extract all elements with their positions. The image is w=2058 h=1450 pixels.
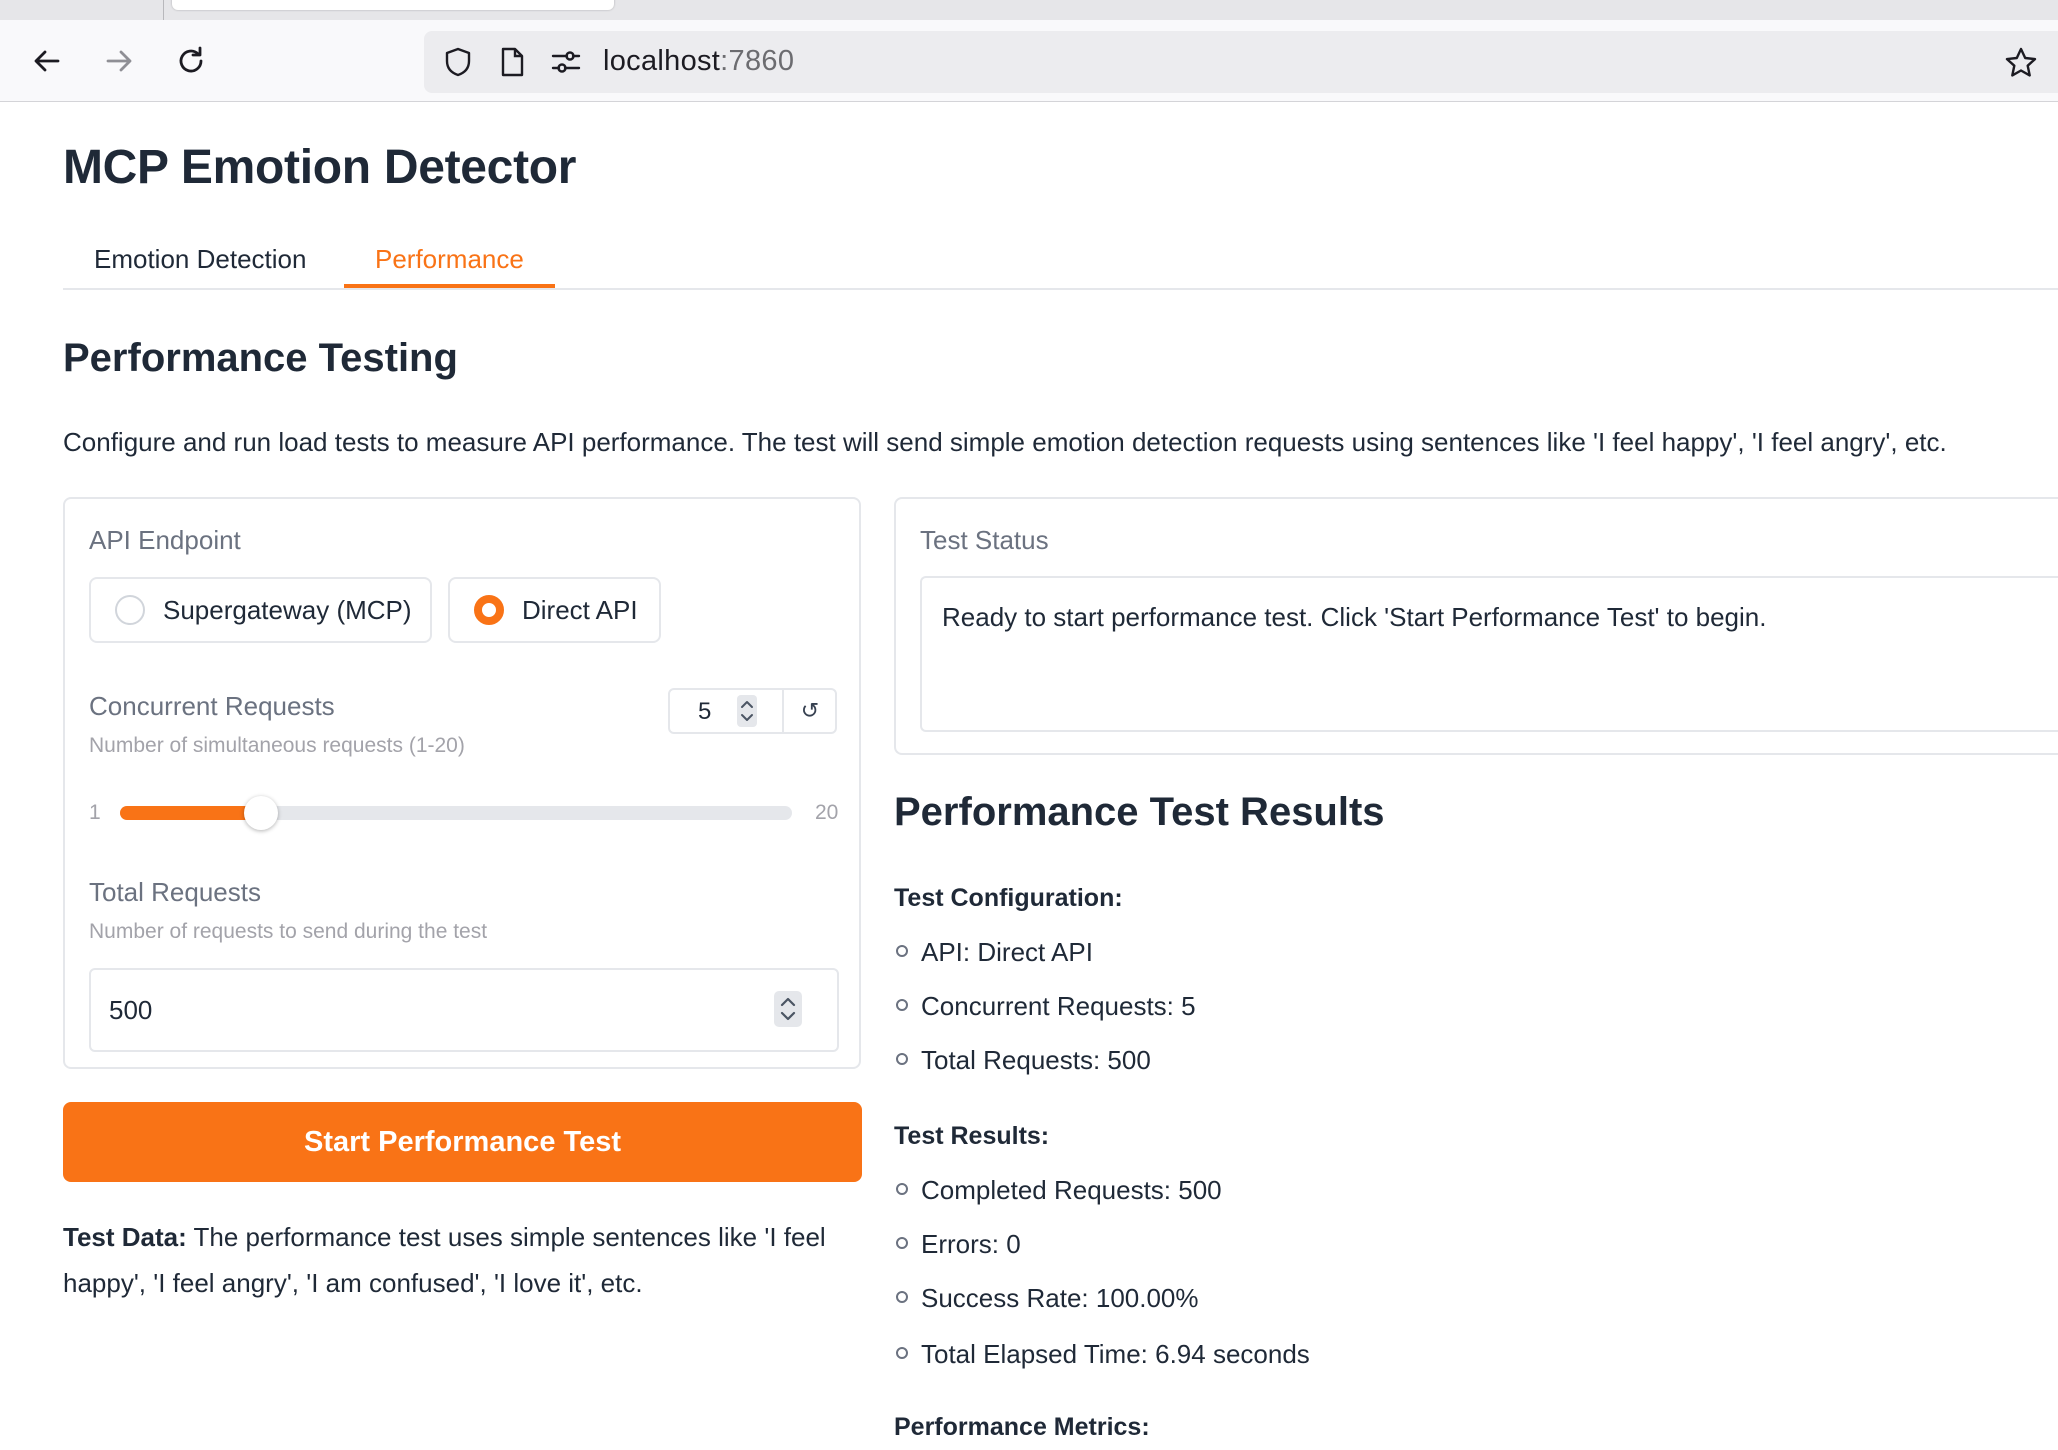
total-requests-label: Total Requests [89, 877, 261, 907]
radio-supergateway-label: Supergateway (MCP) [163, 594, 412, 625]
browser-tabstrip [0, 0, 2058, 20]
slider-min-label: 1 [89, 801, 101, 824]
browser-active-tab[interactable] [172, 0, 614, 10]
bookmark-star-icon[interactable] [2004, 46, 2038, 80]
tab-bar: Emotion Detection Performance [63, 234, 2058, 290]
test-status-text: Ready to start performance test. Click '… [942, 602, 1767, 632]
results-title: Performance Test Results [894, 790, 1385, 834]
section-title: Performance Testing [63, 336, 458, 380]
status-card: Test Status Ready to start performance t… [894, 497, 2058, 755]
config-item: Concurrent Requests: 5 [894, 991, 1196, 1022]
metrics-heading: Performance Metrics: [894, 1413, 1150, 1441]
result-item-text: Total Elapsed Time: 6.94 seconds [921, 1339, 1310, 1369]
test-status-textbox[interactable]: Ready to start performance test. Click '… [920, 576, 2058, 732]
result-item-text: Errors: 0 [921, 1229, 1021, 1259]
test-data-label: Test Data: [63, 1222, 187, 1252]
radio-circle-checked[interactable] [474, 595, 504, 625]
result-item: Errors: 0 [894, 1229, 1021, 1260]
radio-supergateway[interactable]: Supergateway (MCP) [89, 577, 432, 643]
start-performance-test-button[interactable]: Start Performance Test [63, 1102, 862, 1182]
config-item: API: Direct API [894, 937, 1093, 968]
app-title: MCP Emotion Detector [63, 141, 577, 194]
concurrent-slider[interactable] [120, 806, 792, 820]
slider-thumb[interactable] [244, 796, 278, 830]
reload-icon [179, 46, 203, 73]
config-heading: Test Configuration: [894, 884, 1123, 912]
config-item-text: Concurrent Requests: 5 [921, 991, 1196, 1021]
bullet-icon [896, 1237, 908, 1250]
total-requests-info: Number of requests to send during the te… [89, 920, 488, 943]
forward-button[interactable] [94, 38, 144, 84]
url-bar[interactable]: localhost:7860 [424, 31, 2058, 93]
spinner-icon[interactable] [730, 692, 764, 730]
url-host: localhost [603, 45, 721, 77]
browser-toolbar: localhost:7860 [0, 20, 2058, 102]
reset-icon[interactable]: ↺ [786, 692, 834, 730]
url-port: :7860 [720, 45, 795, 77]
page-icon [496, 46, 528, 78]
config-card: API Endpoint Supergateway (MCP) Direct A… [63, 497, 861, 1069]
url-text[interactable]: localhost:7860 [603, 45, 794, 78]
bullet-icon [896, 1183, 908, 1196]
api-endpoint-label: API Endpoint [89, 525, 241, 555]
bullet-icon [896, 1053, 908, 1066]
reload-button[interactable] [166, 38, 216, 84]
config-item-text: API: Direct API [921, 937, 1093, 967]
bullet-icon [896, 1347, 908, 1360]
forward-arrow-icon [106, 50, 132, 72]
concurrent-value[interactable]: 5 [698, 698, 711, 726]
total-requests-field[interactable] [109, 992, 709, 1028]
config-item: Total Requests: 500 [894, 1045, 1151, 1076]
permissions-icon[interactable] [550, 46, 582, 78]
number-divider [782, 690, 784, 732]
tab-performance[interactable]: Performance [344, 234, 555, 288]
radio-direct-api[interactable]: Direct API [448, 577, 661, 643]
concurrent-info: Number of simultaneous requests (1-20) [89, 734, 465, 757]
result-item: Success Rate: 100.00% [894, 1283, 1199, 1314]
shield-icon[interactable] [442, 46, 474, 78]
radio-direct-api-label: Direct API [522, 594, 638, 625]
back-button[interactable] [22, 38, 72, 84]
section-description: Configure and run load tests to measure … [63, 427, 1947, 457]
slider-fill [120, 806, 261, 820]
radio-circle-unchecked[interactable] [115, 595, 145, 625]
concurrent-number-input[interactable]: 5 ↺ [668, 688, 837, 734]
config-item-text: Total Requests: 500 [921, 1045, 1151, 1075]
tab-emotion-detection[interactable]: Emotion Detection [63, 234, 337, 288]
result-item: Total Elapsed Time: 6.94 seconds [894, 1339, 1310, 1370]
test-status-label: Test Status [920, 525, 1049, 555]
slider-max-label: 20 [815, 801, 839, 824]
bullet-icon [896, 945, 908, 958]
spinner-icon[interactable] [771, 990, 805, 1028]
test-data-note: Test Data: The performance test uses sim… [63, 1214, 853, 1306]
total-requests-input[interactable] [89, 968, 839, 1052]
result-item: Completed Requests: 500 [894, 1175, 1222, 1206]
results-heading: Test Results: [894, 1122, 1050, 1150]
back-arrow-icon [34, 50, 60, 72]
result-item-text: Completed Requests: 500 [921, 1175, 1222, 1205]
bullet-icon [896, 1291, 908, 1304]
tab-separator [163, 0, 164, 20]
concurrent-label: Concurrent Requests [89, 691, 335, 721]
bullet-icon [896, 999, 908, 1012]
result-item-text: Success Rate: 100.00% [921, 1283, 1199, 1313]
